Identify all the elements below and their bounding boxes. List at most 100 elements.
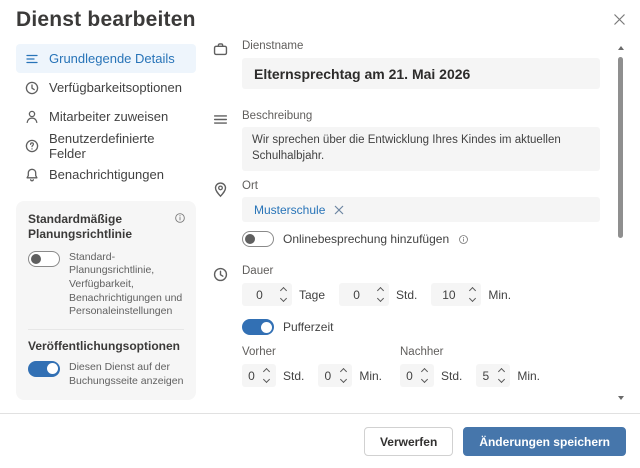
- location-label: Ort: [242, 180, 258, 192]
- spin-down-icon[interactable]: [421, 375, 429, 384]
- buffer-after-minutes-value: 5: [482, 368, 490, 383]
- footer-actions: Verwerfen Änderungen speichern: [363, 427, 626, 456]
- buffer-after-minutes-unit: Min.: [517, 368, 540, 383]
- sidebar-nav: Grundlegende Details Verfügbarkeitsoptio…: [16, 44, 196, 189]
- sidebar-item-benutzerdefinierte-felder[interactable]: Benutzerdefinierte Felder: [16, 130, 196, 161]
- sidebar-item-mitarbeiter-zuweisen[interactable]: Mitarbeiter zuweisen: [16, 102, 196, 131]
- publishing-options-title: Veröffentlichungsoptionen: [28, 338, 180, 353]
- question-circle-icon: [24, 138, 40, 154]
- buffer-after-minutes-spinner[interactable]: 5: [476, 364, 511, 387]
- duration-days-value: 0: [256, 287, 263, 302]
- duration-hours-value: 0: [353, 287, 360, 302]
- buffer-after-hours-value: 0: [406, 368, 413, 383]
- close-button[interactable]: [610, 10, 628, 28]
- briefcase-icon: [212, 40, 242, 89]
- card-divider: [28, 328, 184, 330]
- buffer-after-column: Nachher 0 Std. 5 Min.: [400, 346, 554, 387]
- buffer-before-hours-value: 0: [248, 368, 255, 383]
- location-pin-icon: [212, 180, 242, 247]
- info-icon[interactable]: [174, 212, 186, 224]
- sidebar-item-grundlegende-details[interactable]: Grundlegende Details: [16, 44, 196, 73]
- online-meeting-toggle[interactable]: [242, 231, 274, 247]
- save-changes-button[interactable]: Änderungen speichern: [463, 427, 626, 456]
- buffer-before-minutes-unit: Min.: [359, 368, 382, 383]
- description-label: Beschreibung: [242, 110, 313, 122]
- duration-minutes-value: 10: [442, 287, 456, 302]
- duration-hours-unit: Std.: [396, 287, 418, 302]
- spin-up-icon[interactable]: [468, 286, 476, 295]
- duration-days-unit: Tage: [299, 287, 326, 302]
- toggle-knob: [31, 253, 41, 264]
- sidebar-item-label: Mitarbeiter zuweisen: [49, 109, 169, 124]
- duration-hours-spinner[interactable]: 0: [339, 283, 390, 306]
- dialog-title: Dienst bearbeiten: [16, 8, 196, 31]
- show-on-booking-page-toggle[interactable]: [28, 360, 60, 377]
- form-lines-icon: [24, 51, 40, 67]
- footer-divider: [0, 413, 640, 414]
- service-name-label: Dienstname: [242, 40, 304, 52]
- remove-location-icon[interactable]: [334, 205, 344, 215]
- buffer-before-hours-unit: Std.: [282, 368, 305, 383]
- duration-days-spinner[interactable]: 0: [242, 283, 292, 306]
- service-name-input[interactable]: Elternsprechtag am 21. Mai 2026: [242, 58, 600, 89]
- default-policy-toggle[interactable]: [28, 250, 60, 267]
- duration-row: Dauer 0 Tage 0 Std. 10 Min. Pufferzeit V…: [212, 265, 606, 387]
- duration-minutes-unit: Min.: [488, 287, 512, 302]
- spin-down-icon[interactable]: [468, 294, 476, 303]
- discard-button[interactable]: Verwerfen: [363, 427, 454, 456]
- info-icon[interactable]: [458, 234, 469, 245]
- spin-up-icon[interactable]: [263, 367, 271, 376]
- buffer-columns: Vorher 0 Std. 0 Min. Nachher 0 Std. 5 Mi…: [242, 346, 600, 387]
- spin-up-icon[interactable]: [497, 367, 505, 376]
- buffer-after-hours-unit: Std.: [440, 368, 463, 383]
- buffer-before-minutes-value: 0: [324, 368, 332, 383]
- buffer-toggle-row: Pufferzeit: [242, 319, 600, 335]
- spin-down-icon[interactable]: [339, 375, 347, 384]
- spin-down-icon[interactable]: [263, 375, 271, 384]
- description-textarea[interactable]: Wir sprechen über die Entwicklung Ihres …: [242, 127, 600, 171]
- sidebar-item-verfuegbarkeitsoptionen[interactable]: Verfügbarkeitsoptionen: [16, 73, 196, 102]
- sidebar-item-label: Benutzerdefinierte Felder: [49, 130, 155, 161]
- duration-minutes-spinner[interactable]: 10: [431, 283, 482, 306]
- buffer-before-minutes-spinner[interactable]: 0: [318, 364, 353, 387]
- online-meeting-row: Onlinebesprechung hinzufügen: [242, 231, 600, 247]
- spin-down-icon[interactable]: [497, 375, 505, 384]
- sidebar-item-label: Benachrichtigungen: [49, 167, 164, 182]
- location-chip: Musterschule: [254, 202, 326, 217]
- scroll-up-icon[interactable]: [618, 46, 624, 50]
- buffer-before-hours-spinner[interactable]: 0: [242, 364, 276, 387]
- location-row: Ort Musterschule Onlinebesprechung hinzu…: [212, 180, 606, 247]
- default-policy-toggle-label: Standard-Planungsrichtlinie, Verfügbarke…: [69, 250, 183, 318]
- service-form: Dienstname Elternsprechtag am 21. Mai 20…: [212, 40, 606, 387]
- clock-icon: [212, 265, 242, 387]
- service-name-row: Dienstname Elternsprechtag am 21. Mai 20…: [212, 40, 606, 89]
- scrollbar-thumb[interactable]: [618, 57, 623, 238]
- spin-up-icon[interactable]: [279, 286, 287, 295]
- scheduling-policy-card: Standardmäßige Planungsrichtlinie Standa…: [16, 201, 196, 401]
- spin-up-icon[interactable]: [376, 286, 384, 295]
- policy-card-title: Standardmäßige Planungsrichtlinie: [28, 212, 133, 242]
- buffer-after-hours-spinner[interactable]: 0: [400, 364, 434, 387]
- clock-icon: [24, 80, 40, 96]
- location-field[interactable]: Musterschule: [242, 197, 600, 222]
- description-row: Beschreibung Wir sprechen über die Entwi…: [212, 110, 606, 171]
- spin-up-icon[interactable]: [339, 367, 347, 376]
- person-icon: [24, 109, 40, 125]
- text-lines-icon: [212, 110, 242, 171]
- buffer-before-label: Vorher: [242, 346, 276, 358]
- vertical-scrollbar[interactable]: [616, 44, 626, 404]
- scroll-down-icon[interactable]: [618, 396, 624, 400]
- sidebar-item-benachrichtigungen[interactable]: Benachrichtigungen: [16, 160, 196, 189]
- spin-down-icon[interactable]: [376, 294, 384, 303]
- show-on-booking-page-label: Diesen Dienst auf der Buchungsseite anze…: [69, 360, 184, 387]
- edit-service-dialog: Dienst bearbeiten Grundlegende Details V…: [0, 0, 640, 468]
- toggle-knob: [245, 234, 255, 244]
- buffer-toggle-label: Pufferzeit: [283, 320, 334, 334]
- spin-up-icon[interactable]: [421, 367, 429, 376]
- buffer-toggle[interactable]: [242, 319, 274, 335]
- bell-icon: [24, 167, 40, 183]
- online-meeting-label: Onlinebesprechung hinzufügen: [283, 232, 450, 246]
- duration-spinners: 0 Tage 0 Std. 10 Min.: [242, 283, 600, 306]
- close-icon: [613, 13, 626, 26]
- spin-down-icon[interactable]: [279, 294, 287, 303]
